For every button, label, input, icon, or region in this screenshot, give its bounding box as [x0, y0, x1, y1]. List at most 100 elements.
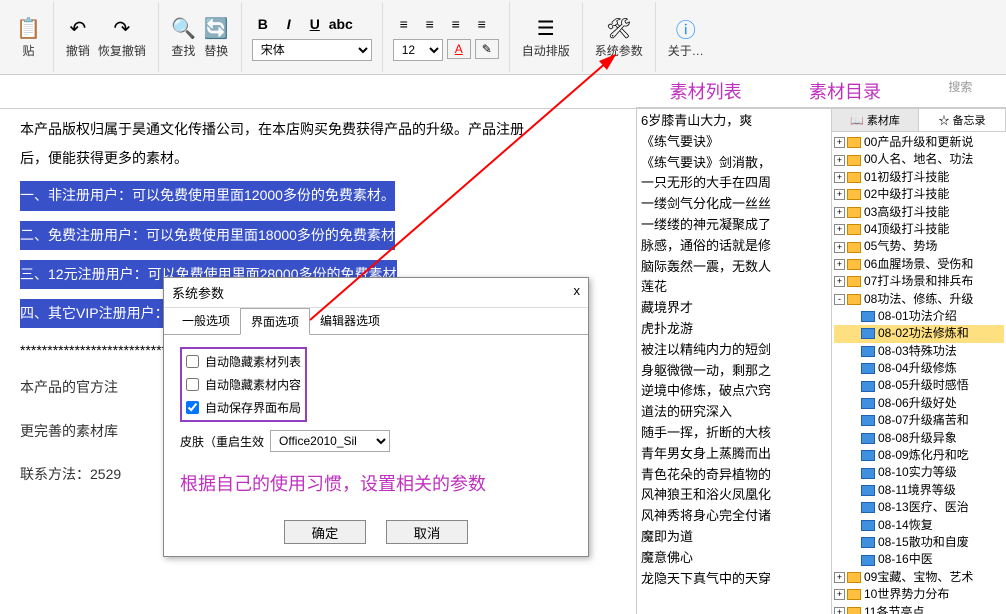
expand-icon[interactable]: + [834, 242, 845, 253]
tree-item[interactable]: -08功法、修练、升级 [834, 291, 1004, 308]
list-item[interactable]: 龙隐天下真气中的天穿 [641, 569, 827, 590]
list-item[interactable]: 6岁膝青山大力，爽 [641, 111, 827, 132]
tab-library[interactable]: 📖 素材库 [832, 109, 919, 131]
folder-icon [861, 468, 875, 479]
close-icon[interactable]: x [574, 283, 581, 302]
chk-save-layout[interactable] [186, 401, 199, 414]
tab-memo[interactable]: ☆ 备忘录 [919, 109, 1006, 131]
tab-editor[interactable]: 编辑器选项 [310, 308, 390, 334]
tree-item[interactable]: +02中级打斗技能 [834, 186, 1004, 203]
tree-item[interactable]: +11各节亮点 [834, 604, 1004, 614]
list-item[interactable]: 被注以精纯内力的短剑 [641, 340, 827, 361]
tab-general[interactable]: 一般选项 [172, 308, 240, 334]
list-item[interactable]: 脉感，通俗的话就是修 [641, 236, 827, 257]
list-item[interactable]: 脑际轰然一震，无数人 [641, 257, 827, 278]
list-item[interactable]: 藏境界才 [641, 298, 827, 319]
redo-button[interactable]: ↷ 恢复撤销 [96, 14, 148, 61]
tree-item[interactable]: +09宝藏、宝物、艺术 [834, 569, 1004, 586]
tree-item[interactable]: +01初级打斗技能 [834, 169, 1004, 186]
cancel-button[interactable]: 取消 [386, 520, 468, 544]
expand-icon[interactable]: + [834, 155, 845, 166]
tree-item[interactable]: 08-09炼化丹和吃 [834, 447, 1004, 464]
list-item[interactable]: 风神秀将身心完全付诸 [641, 506, 827, 527]
about-button[interactable]: ⓘ 关于… [666, 14, 706, 61]
list-item[interactable]: 道法的研究深入 [641, 402, 827, 423]
tree-item[interactable]: 08-11境界等级 [834, 482, 1004, 499]
replace-button[interactable]: 🔄 替换 [202, 14, 231, 61]
expand-icon[interactable]: + [834, 172, 845, 183]
sys-params-button[interactable]: 🛠 系统参数 [593, 14, 645, 61]
list-item[interactable]: 青色花朵的奇异植物的 [641, 465, 827, 486]
align-right-button[interactable]: ≡ [445, 13, 467, 35]
skin-select[interactable]: Office2010_Sil [270, 430, 390, 452]
expand-icon[interactable]: + [834, 276, 845, 287]
list-item[interactable]: 一只无形的大手在四周 [641, 173, 827, 194]
chk-hide-content[interactable] [186, 378, 199, 391]
tab-ui[interactable]: 界面选项 [240, 308, 310, 335]
list-item[interactable]: 身躯微微一动，剩那之 [641, 361, 827, 382]
tree-item[interactable]: 08-04升级修炼 [834, 360, 1004, 377]
list-item[interactable]: 《练气要诀》剑消散， [641, 153, 827, 174]
tree-item[interactable]: 08-06升级好处 [834, 395, 1004, 412]
list-item[interactable]: 虎扑龙游 [641, 319, 827, 340]
strike-button[interactable]: abc [330, 13, 352, 35]
ok-button[interactable]: 确定 [284, 520, 366, 544]
tree-item[interactable]: +00产品升级和更新说 [834, 134, 1004, 151]
align-left-button[interactable]: ≡ [393, 13, 415, 35]
list-item[interactable]: 魔即为道 [641, 527, 827, 548]
tree-item[interactable]: 08-14恢复 [834, 517, 1004, 534]
italic-button[interactable]: I [278, 13, 300, 35]
list-item[interactable]: 一缕缕的神元凝聚成了 [641, 215, 827, 236]
expand-icon[interactable]: + [834, 572, 845, 583]
tree-item[interactable]: +10世界势力分布 [834, 586, 1004, 603]
list-item[interactable]: 《练气要诀》 [641, 132, 827, 153]
tree-item[interactable]: +05气势、势场 [834, 238, 1004, 255]
underline-button[interactable]: U [304, 13, 326, 35]
tree-item[interactable]: 08-15散功和自废 [834, 534, 1004, 551]
align-justify-button[interactable]: ≡ [471, 13, 493, 35]
list-item[interactable]: 逆境中修炼，破点穴窍 [641, 381, 827, 402]
highlight-button[interactable]: ✎ [475, 39, 499, 59]
tree-item[interactable]: 08-02功法修炼和 [834, 325, 1004, 342]
tree-item[interactable]: 08-10实力等级 [834, 464, 1004, 481]
list-item[interactable]: 莲花 [641, 277, 827, 298]
tree-item[interactable]: 08-16中医 [834, 551, 1004, 568]
tree-item[interactable]: 08-07升级痛苦和 [834, 412, 1004, 429]
expand-icon[interactable]: + [834, 259, 845, 270]
expand-icon[interactable]: + [834, 137, 845, 148]
font-select[interactable]: 宋体 [252, 39, 372, 61]
tree-item[interactable]: 08-03特殊功法 [834, 343, 1004, 360]
tree-item[interactable]: 08-01功法介绍 [834, 308, 1004, 325]
font-color-button[interactable]: A [447, 39, 471, 59]
tree-item[interactable]: 08-05升级时感悟 [834, 377, 1004, 394]
tree-item[interactable]: +06血腥场景、受伤和 [834, 256, 1004, 273]
expand-icon[interactable]: + [834, 207, 845, 218]
tree-item[interactable]: 08-13医疗、医治 [834, 499, 1004, 516]
list-item[interactable]: 魔意佛心 [641, 548, 827, 569]
material-list[interactable]: 6岁膝青山大力，爽《练气要诀》《练气要诀》剑消散，一只无形的大手在四周一缕剑气分… [637, 109, 831, 614]
auto-layout-button[interactable]: ☰ 自动排版 [520, 14, 572, 61]
expand-icon[interactable]: + [834, 189, 845, 200]
list-item[interactable]: 风神狼王和浴火凤凰化 [641, 485, 827, 506]
undo-button[interactable]: ↶ 撤销 [64, 14, 92, 61]
material-tree[interactable]: +00产品升级和更新说+00人名、地名、功法+01初级打斗技能+02中级打斗技能… [832, 132, 1006, 614]
chk-hide-list[interactable] [186, 355, 199, 368]
tree-item[interactable]: +03高级打斗技能 [834, 204, 1004, 221]
list-item[interactable]: 随手一挥，折断的大核 [641, 423, 827, 444]
expand-icon[interactable]: + [834, 224, 845, 235]
align-center-button[interactable]: ≡ [419, 13, 441, 35]
expand-icon[interactable]: - [834, 294, 845, 305]
list-item[interactable]: 青年男女身上蒸腾而出 [641, 444, 827, 465]
expand-icon[interactable]: + [834, 589, 845, 600]
tree-item[interactable]: +04顶级打斗技能 [834, 221, 1004, 238]
search-button[interactable]: 搜索 [948, 78, 972, 104]
paste-button[interactable]: 📋 贴 [14, 14, 43, 61]
tree-item[interactable]: 08-08升级异象 [834, 430, 1004, 447]
size-select[interactable]: 12 [393, 39, 443, 61]
bold-button[interactable]: B [252, 13, 274, 35]
expand-icon[interactable]: + [834, 607, 845, 614]
tree-item[interactable]: +07打斗场景和排兵布 [834, 273, 1004, 290]
find-button[interactable]: 🔍 查找 [169, 14, 198, 61]
tree-item[interactable]: +00人名、地名、功法 [834, 151, 1004, 168]
list-item[interactable]: 一缕剑气分化成一丝丝 [641, 194, 827, 215]
